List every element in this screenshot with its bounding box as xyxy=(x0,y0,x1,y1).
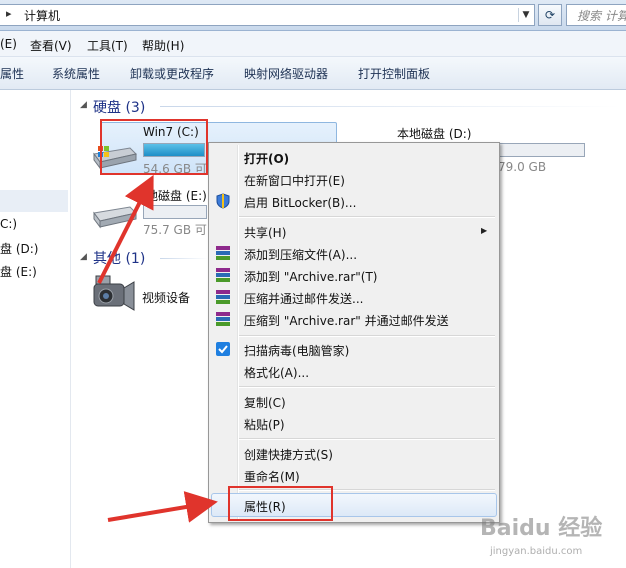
baidu-watermark: Baidu 经验 xyxy=(480,516,603,541)
baidu-watermark-url: jingyan.baidu.com xyxy=(490,546,583,557)
annotation-arrows xyxy=(97,174,218,523)
arrow-to-drive-c xyxy=(97,174,154,284)
arrow-to-properties xyxy=(107,491,218,523)
